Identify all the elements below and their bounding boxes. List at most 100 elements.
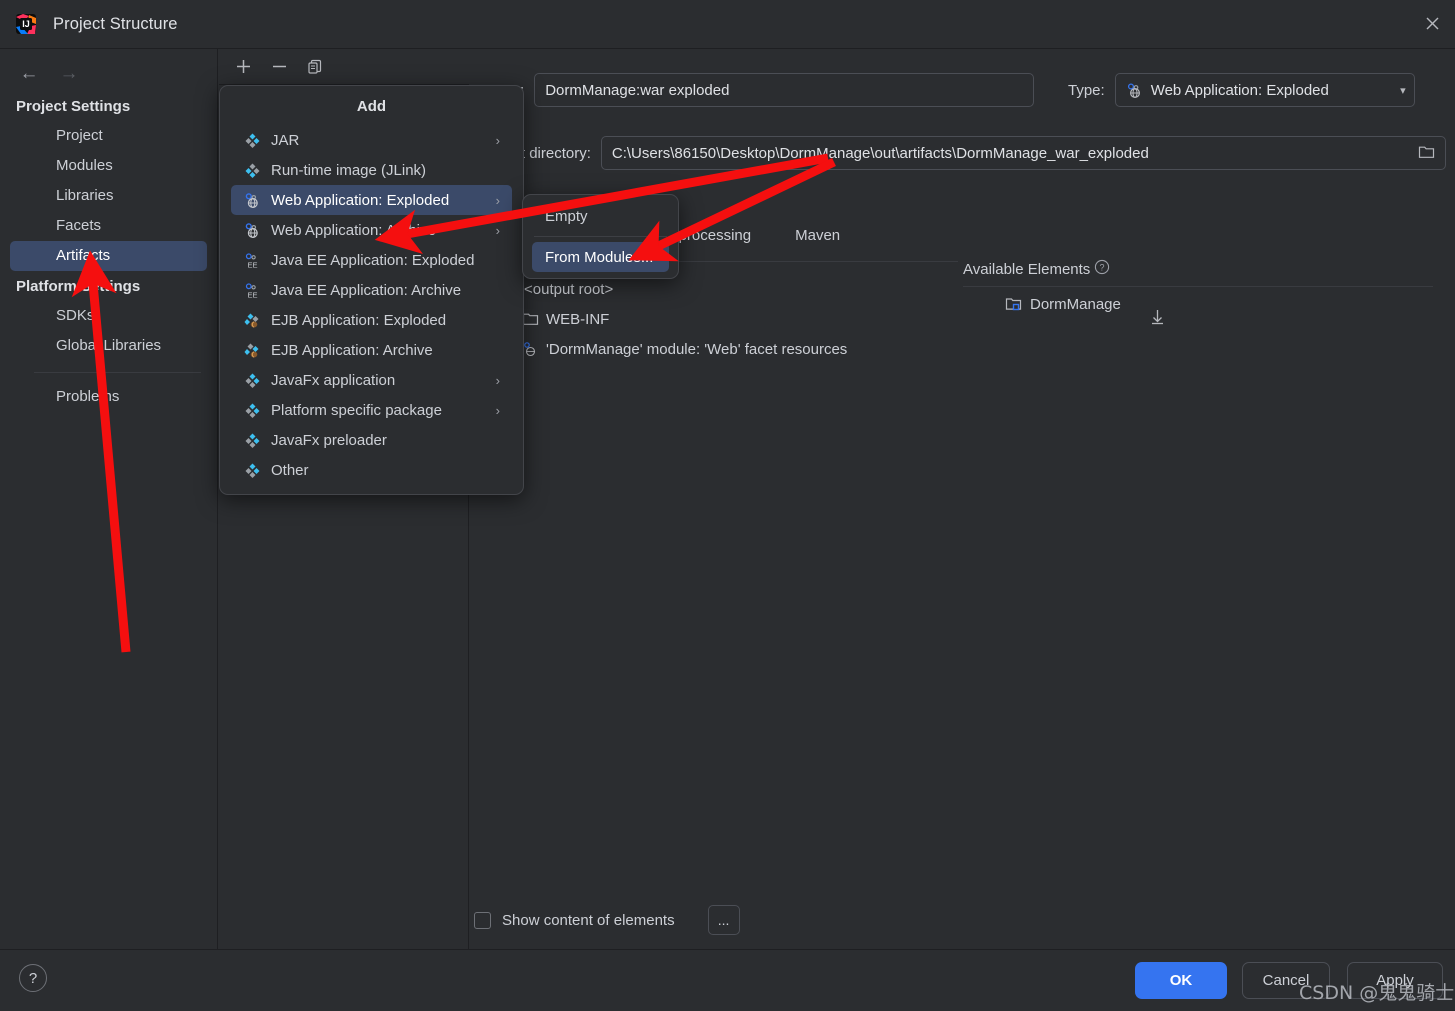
menu-item-javafx-preloader[interactable]: JavaFx preloader <box>231 425 512 455</box>
move-down-icon[interactable] <box>1148 307 1167 331</box>
output-layout-tree: <output root> WEB-INF 'DormManage' modul… <box>500 274 960 364</box>
tree-row-label: <output root> <box>524 280 614 298</box>
menu-item-web-application-archive[interactable]: Web Application: Archive › <box>231 215 512 245</box>
tree-row-label: WEB-INF <box>546 310 610 328</box>
sidebar-divider <box>34 372 201 373</box>
menu-item-label: EJB Application: Exploded <box>271 311 447 329</box>
menu-item-java-ee-application-exploded[interactable]: EE Java EE Application: Exploded <box>231 245 512 275</box>
artifact-ejb-icon <box>244 312 261 329</box>
chevron-down-icon: ▾ <box>1400 84 1406 97</box>
add-artifact-menu: Add JAR › Run-time image (JLink) Web App… <box>219 85 524 495</box>
copy-icon[interactable] <box>301 54 329 80</box>
sidebar-item-sdks[interactable]: SDKs <box>10 301 207 331</box>
sidebar-nav-arrows: ← → <box>0 49 217 85</box>
sidebar-group-project-settings: Project Settings <box>16 98 131 115</box>
folder-browse-icon[interactable] <box>1418 144 1435 163</box>
sidebar-item-libraries[interactable]: Libraries <box>10 181 207 211</box>
menu-item-jar[interactable]: JAR › <box>231 125 512 155</box>
available-elements-label: Available Elements <box>963 260 1091 278</box>
available-element-label: DormManage <box>1030 296 1121 313</box>
window-title: Project Structure <box>53 14 178 33</box>
tree-row[interactable]: 'DormManage' module: 'Web' facet resourc… <box>500 334 960 364</box>
sidebar-item-facets[interactable]: Facets <box>10 211 207 241</box>
sidebar-item-global-libraries[interactable]: Global Libraries <box>10 331 207 361</box>
tree-row[interactable]: WEB-INF <box>500 304 960 334</box>
artifact-web-icon <box>244 222 261 239</box>
minus-icon[interactable] <box>265 54 293 80</box>
help-circle-icon[interactable]: ? <box>19 964 47 992</box>
arrow-left-icon[interactable]: ← <box>18 63 40 85</box>
menu-item-other[interactable]: Other <box>231 455 512 485</box>
artifact-name-input[interactable]: DormManage:war exploded <box>534 73 1035 107</box>
artifact-type-value: Web Application: Exploded <box>1150 81 1329 99</box>
artifact-web-icon <box>244 192 261 209</box>
available-elements-header: Available Elements ? <box>963 259 1110 279</box>
menu-item-ejb-application-archive[interactable]: EJB Application: Archive <box>231 335 512 365</box>
menu-item-web-application-exploded[interactable]: Web Application: Exploded › <box>231 185 512 215</box>
tree-row-label: 'DormManage' module: 'Web' facet resourc… <box>546 340 848 358</box>
artifact-web-icon <box>1126 82 1143 99</box>
svg-text:IJ: IJ <box>22 19 30 29</box>
svg-text:EE: EE <box>247 290 257 299</box>
menu-item-runtime-image-jlink[interactable]: Run-time image (JLink) <box>231 155 512 185</box>
type-label: Type: <box>1068 81 1105 99</box>
folder-icon <box>522 311 539 328</box>
menu-item-javafx-application[interactable]: JavaFx application › <box>231 365 512 395</box>
menu-item-label: Run-time image (JLink) <box>271 161 427 179</box>
plus-icon[interactable] <box>229 54 257 80</box>
artifact-jar-icon <box>244 132 261 149</box>
artifact-javafx-icon <box>244 372 261 389</box>
artifact-platform-icon <box>244 402 261 419</box>
add-menu-title: Add <box>356 98 387 115</box>
menu-item-java-ee-application-archive[interactable]: EE Java EE Application: Archive <box>231 275 512 305</box>
sidebar-group-platform-settings: Platform Settings <box>16 278 141 295</box>
more-options-button[interactable]: ... <box>707 905 740 935</box>
output-directory-value: C:\Users\86150\Desktop\DormManage\out\ar… <box>611 144 1149 162</box>
menu-item-label: Web Application: Exploded <box>271 191 450 209</box>
artifact-detail-panel: Name: DormManage:war exploded Type: Web … <box>470 49 1455 949</box>
menu-item-label: JavaFx preloader <box>271 431 387 449</box>
artifact-ejb-icon <box>244 342 261 359</box>
menu-item-ejb-application-exploded[interactable]: EJB Application: Exploded <box>231 305 512 335</box>
menu-item-label: JavaFx application <box>271 371 396 389</box>
menu-item-label: Other <box>271 461 309 479</box>
close-icon[interactable] <box>1409 0 1455 47</box>
output-directory-row: Output directory: C:\Users\86150\Desktop… <box>480 136 1446 170</box>
chevron-right-icon: › <box>495 372 500 388</box>
chevron-right-icon: › <box>495 402 500 418</box>
arrow-right-icon[interactable]: → <box>58 63 80 85</box>
show-content-label: Show content of elements <box>502 911 675 929</box>
artifact-javaee-icon: EE <box>244 252 261 269</box>
menu-item-platform-specific-package[interactable]: Platform specific package › <box>231 395 512 425</box>
chevron-right-icon: › <box>495 222 500 238</box>
available-elements-divider <box>963 286 1433 287</box>
artifact-other-icon <box>244 462 261 479</box>
artifact-type-dropdown[interactable]: Web Application: Exploded ▾ <box>1114 73 1415 107</box>
show-content-checkbox[interactable] <box>474 911 491 929</box>
chevron-right-icon: › <box>495 132 500 148</box>
artifact-javaee-icon: EE <box>244 282 261 299</box>
output-directory-input[interactable]: C:\Users\86150\Desktop\DormManage\out\ar… <box>600 136 1446 170</box>
help-circle-icon[interactable]: ? <box>1094 259 1110 279</box>
sidebar-item-modules[interactable]: Modules <box>10 151 207 181</box>
sidebar-item-project[interactable]: Project <box>10 121 207 151</box>
submenu-item-from-modules[interactable]: From Modules... <box>532 242 669 272</box>
submenu-divider <box>534 236 667 237</box>
svg-text:?: ? <box>1100 262 1105 272</box>
menu-item-label: Java EE Application: Archive <box>271 281 462 299</box>
title-bar: IJ Project Structure <box>0 0 1455 49</box>
web-application-exploded-submenu: Empty From Modules... <box>522 194 679 279</box>
tab-maven[interactable]: Maven <box>795 227 840 244</box>
artifact-jlink-icon <box>244 162 261 179</box>
sidebar-item-problems[interactable]: Problems <box>10 382 207 412</box>
ok-button[interactable]: OK <box>1135 962 1227 999</box>
available-element-item[interactable]: DormManage <box>1005 296 1121 313</box>
sidebar-item-artifacts[interactable]: Artifacts <box>10 241 207 271</box>
svg-text:EE: EE <box>247 260 257 269</box>
show-content-of-elements-row[interactable]: Show content of elements ... <box>474 905 740 935</box>
submenu-item-empty[interactable]: Empty <box>532 201 669 231</box>
artifacts-toolbar <box>219 49 469 85</box>
chevron-right-icon: › <box>495 192 500 208</box>
menu-item-label: JAR <box>271 131 300 149</box>
menu-item-label: EJB Application: Archive <box>271 341 433 359</box>
